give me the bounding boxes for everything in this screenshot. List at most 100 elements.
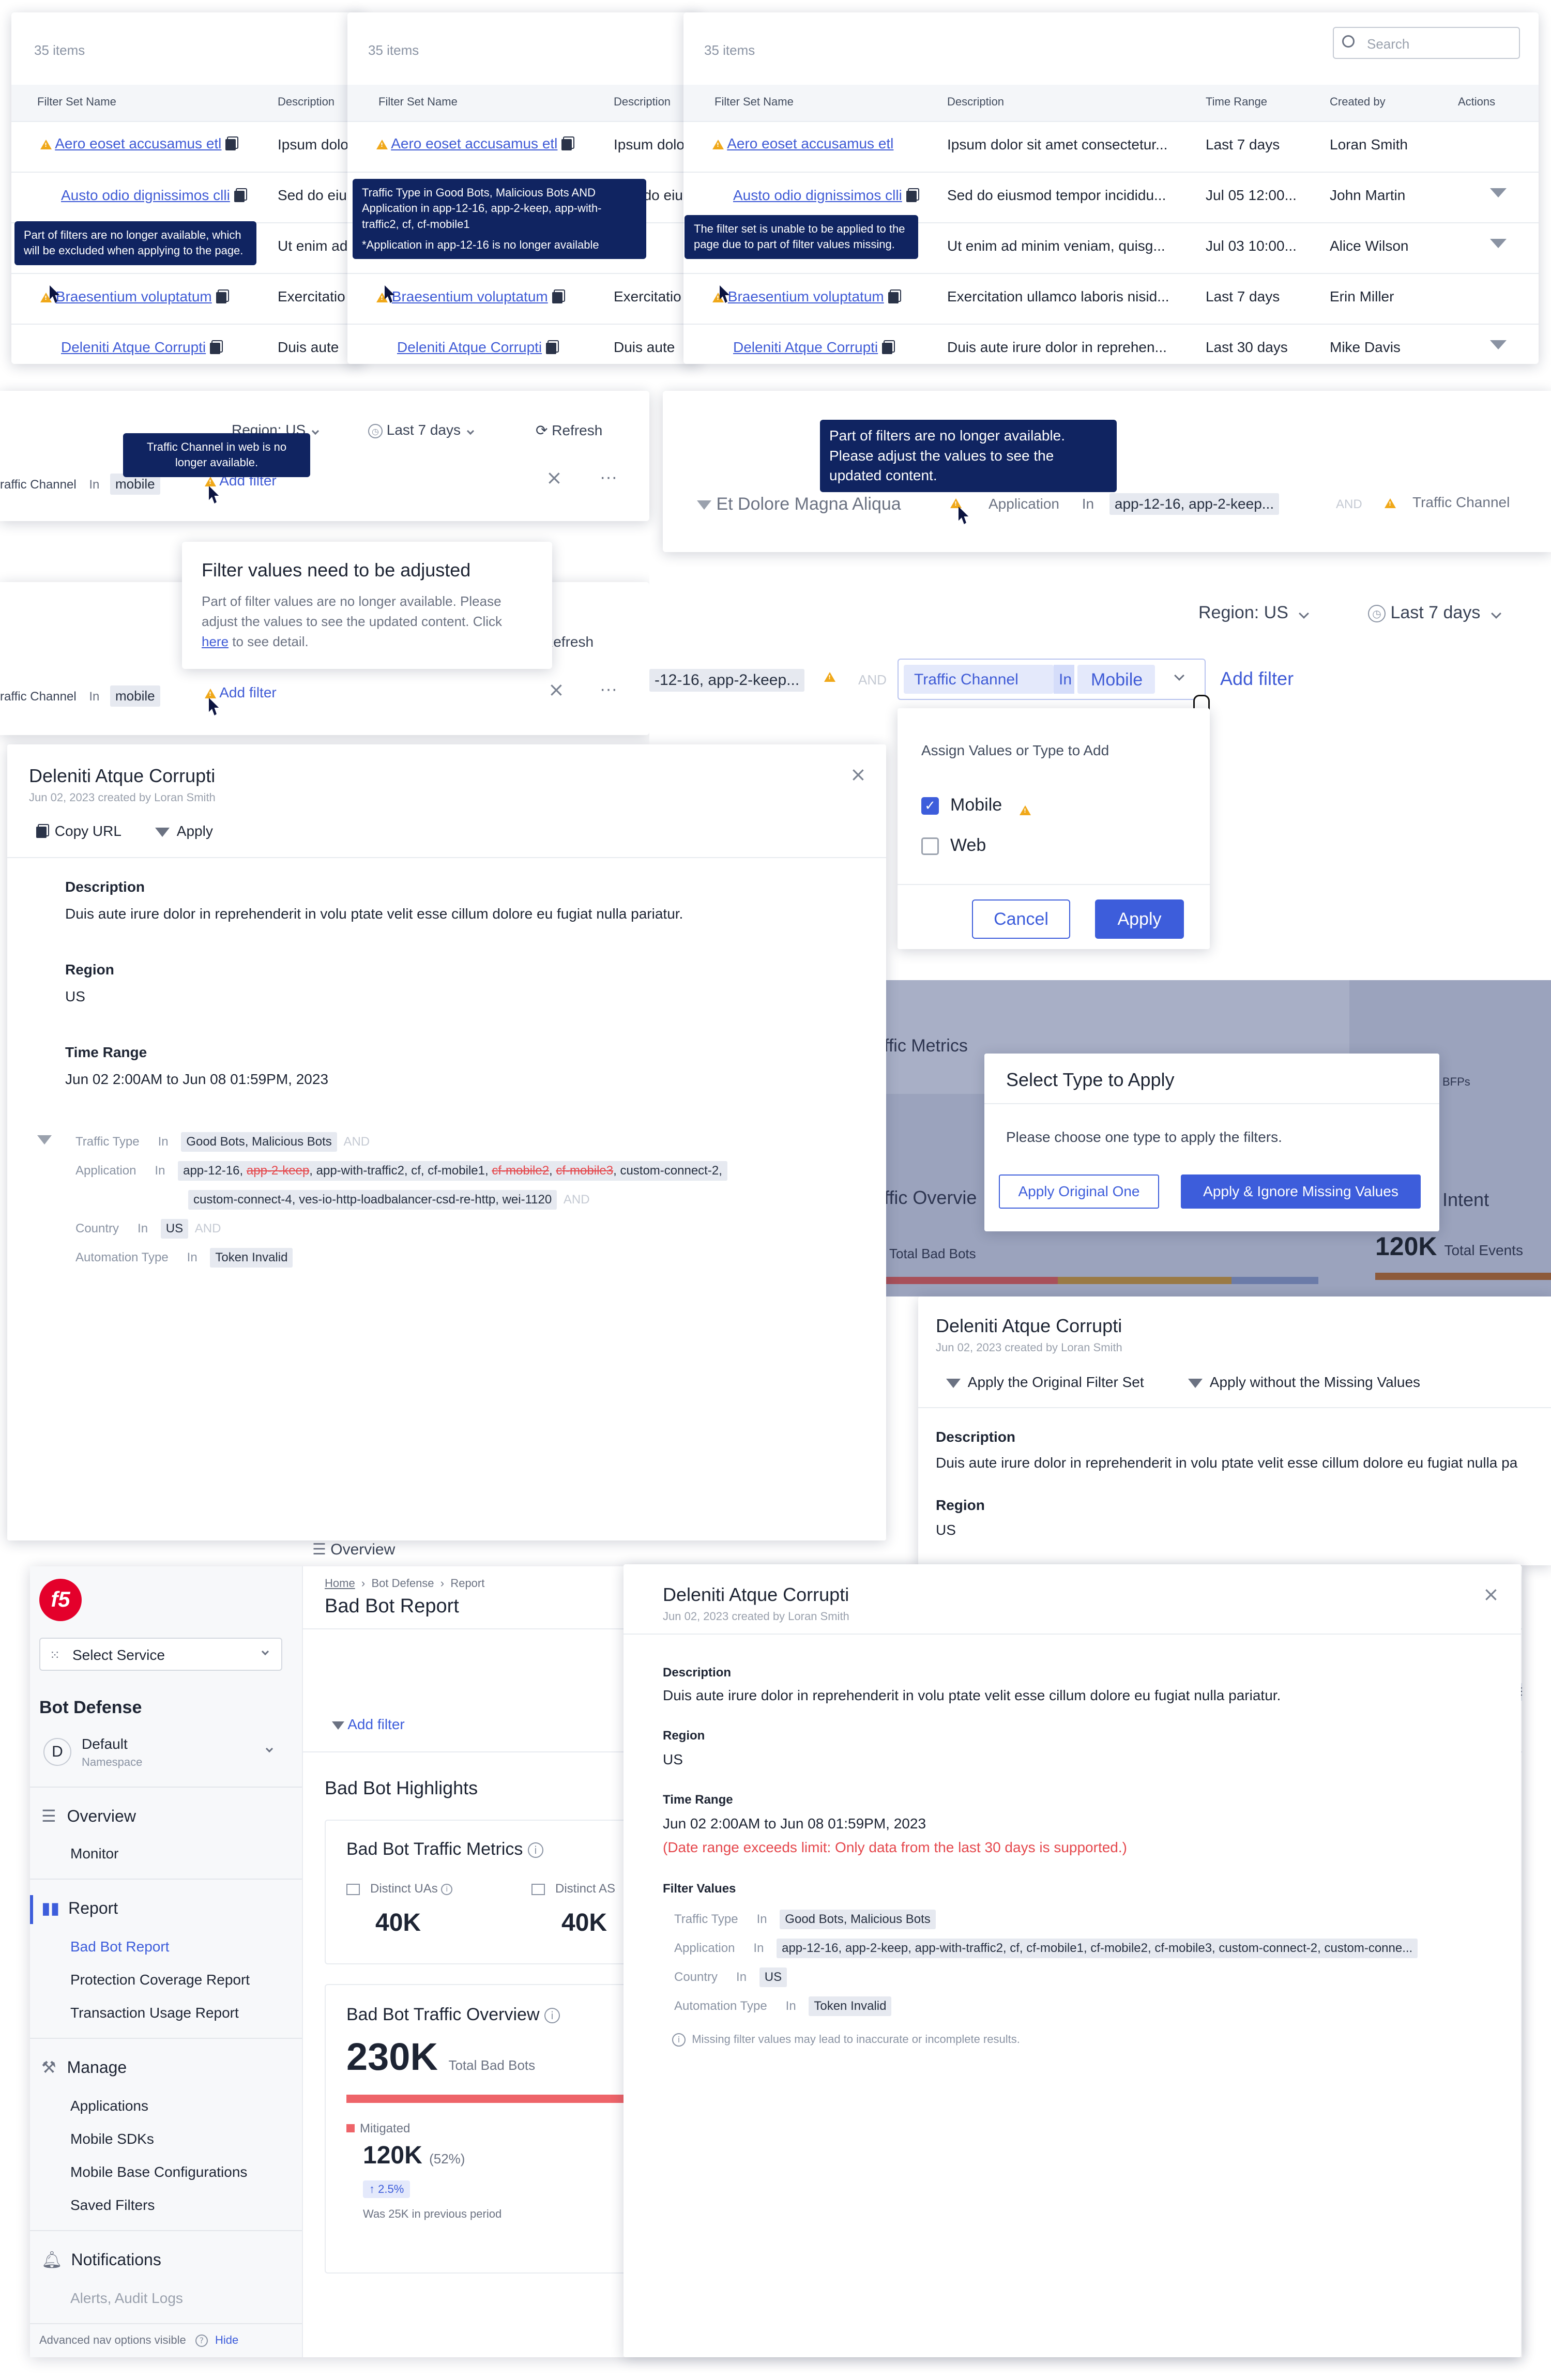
- grid-icon: ⁙: [50, 1648, 60, 1662]
- apply-ignore-button[interactable]: Apply & Ignore Missing Values: [1181, 1174, 1421, 1209]
- cancel-button[interactable]: Cancel: [972, 899, 1070, 939]
- filter-set-link[interactable]: Austo odio dignissimos clli: [61, 187, 230, 203]
- time-value: Jun 02 2:00AM to Jun 08 01:59PM, 2023: [663, 1815, 926, 1832]
- filter-set-link[interactable]: Deleniti Atque Corrupti: [733, 339, 878, 355]
- here-link[interactable]: here: [202, 634, 229, 649]
- copy-icon[interactable]: [209, 342, 220, 354]
- region-select[interactable]: Region: US: [1198, 603, 1310, 623]
- nav-transaction-usage[interactable]: Transaction Usage Report: [70, 2005, 239, 2021]
- close-icon[interactable]: ×: [850, 763, 866, 786]
- copy-icon: [36, 826, 47, 838]
- avatar: D: [43, 1738, 71, 1766]
- nav-report[interactable]: ▮▮ Report: [41, 1898, 118, 1918]
- popover-adjust: Filter values need to be adjusted Part o…: [182, 542, 552, 669]
- filter-chip[interactable]: raffic Channel In mobile: [0, 685, 160, 707]
- nav-monitor[interactable]: Monitor: [70, 1845, 118, 1862]
- select-service[interactable]: ⁙ Select Service: [39, 1638, 282, 1671]
- nav-overview[interactable]: ☰ Overview: [41, 1806, 136, 1826]
- time-cell: Jul 05 12:00...: [1206, 187, 1297, 203]
- clear-icon[interactable]: ×: [546, 466, 562, 489]
- time-range-select[interactable]: ◷ Last 7 days: [1368, 603, 1501, 623]
- copy-icon[interactable]: [888, 292, 899, 303]
- copy-icon[interactable]: [561, 139, 572, 150]
- time-cell: Last 7 days: [1206, 288, 1280, 304]
- apply-filter-icon[interactable]: [1490, 188, 1507, 197]
- refresh-button[interactable]: ⟳ Refresh: [536, 422, 602, 439]
- filter-set-link[interactable]: Braesentium voluptatum: [392, 288, 548, 304]
- apply-button[interactable]: Apply: [155, 823, 213, 840]
- add-filter-button[interactable]: Add filter: [1220, 668, 1294, 690]
- filter-set-link[interactable]: Austo odio dignissimos clli: [733, 187, 902, 203]
- nav-notifications[interactable]: 🔔︎ Notifications: [41, 2250, 161, 2269]
- apply-button[interactable]: Apply: [1095, 899, 1184, 939]
- desc-cell: Ipsum dolo: [278, 136, 348, 152]
- chevron-down-icon[interactable]: [1174, 670, 1184, 681]
- filter-set-link[interactable]: Aero eoset accusamus etl: [391, 135, 557, 151]
- apply-original-button[interactable]: Apply the Original Filter Set: [946, 1374, 1144, 1391]
- created-cell: Alice Wilson: [1330, 238, 1409, 254]
- active-filter-chip[interactable]: Traffic Channel In Mobile: [898, 659, 1206, 700]
- copy-icon[interactable]: [881, 342, 892, 354]
- filter-chip[interactable]: -12-16, app-2-keep...: [649, 669, 805, 692]
- filter-set-link[interactable]: Deleniti Atque Corrupti: [61, 339, 206, 355]
- bfps-label: BFPs: [1442, 1075, 1470, 1088]
- detail-meta: Jun 02, 2023 created by Loran Smith: [936, 1341, 1122, 1354]
- nav-mobile-base-config[interactable]: Mobile Base Configurations: [70, 2164, 247, 2180]
- chart-icon: ▮▮: [41, 1898, 60, 1918]
- time-range-select[interactable]: ◷ Last 7 days: [368, 422, 474, 438]
- close-icon[interactable]: ×: [1483, 1583, 1499, 1606]
- filter-chip[interactable]: Application In app-12-16, app-2-keep...: [989, 493, 1280, 515]
- add-filter-button[interactable]: Add filter: [332, 1716, 405, 1733]
- copy-icon[interactable]: [234, 190, 245, 202]
- more-icon[interactable]: ···: [600, 467, 617, 487]
- nav-manage[interactable]: ⚒ Manage: [41, 2057, 127, 2077]
- time-cell: Last 7 days: [1206, 136, 1280, 152]
- filter-icon: [1188, 1378, 1203, 1388]
- detail-panel-3: Deleniti Atque Corrupti Jun 02, 2023 cre…: [624, 1564, 1521, 2357]
- more-icon[interactable]: ···: [600, 679, 617, 699]
- filter-set-link[interactable]: Aero eoset accusamus etl: [55, 135, 221, 151]
- filter-chip-key[interactable]: Traffic Channel: [1412, 494, 1510, 511]
- breadcrumb: Home › Bot Defense › Report: [325, 1577, 485, 1590]
- filter-set-link[interactable]: Braesentium voluptatum: [56, 288, 212, 304]
- advanced-nav: Advanced nav options visible ? Hide: [39, 2333, 239, 2347]
- nav-bad-bot-report[interactable]: Bad Bot Report: [70, 1939, 169, 1955]
- apply-without-missing-button[interactable]: Apply without the Missing Values: [1188, 1374, 1420, 1391]
- filter-set-link[interactable]: Braesentium voluptatum: [728, 288, 884, 304]
- tab-overview[interactable]: ☰ Overview: [312, 1540, 395, 1559]
- copy-icon[interactable]: [552, 292, 562, 303]
- nav-protection-coverage[interactable]: Protection Coverage Report: [70, 1972, 250, 1988]
- copy-icon[interactable]: [225, 139, 236, 150]
- region-value: US: [663, 1751, 683, 1767]
- table-panel-1: 35 items Filter Set Name Description Aer…: [11, 12, 363, 364]
- apply-filter-icon[interactable]: [1490, 340, 1507, 349]
- mitigated-value: 120K (52%): [363, 2142, 465, 2169]
- copy-icon[interactable]: [906, 190, 917, 202]
- breadcrumb-home[interactable]: Home: [325, 1577, 355, 1590]
- apply-original-button[interactable]: Apply Original One: [999, 1174, 1159, 1209]
- warning-icon: [712, 140, 724, 150]
- filter-set-link[interactable]: Aero eoset accusamus etl: [727, 135, 893, 151]
- nav-mobile-sdks[interactable]: Mobile SDKs: [70, 2131, 154, 2147]
- filter-bar-1: Region: US ◷ Last 7 days ⟳ Refresh raffi…: [0, 391, 649, 521]
- search-icon: [1342, 35, 1355, 48]
- checkbox-unchecked[interactable]: [921, 837, 939, 855]
- search-input[interactable]: Search: [1333, 27, 1520, 59]
- checkbox-checked[interactable]: ✓: [921, 797, 939, 815]
- nav-applications[interactable]: Applications: [70, 2098, 148, 2114]
- region-label: Region: [663, 1729, 705, 1743]
- and-label: AND: [1336, 497, 1362, 511]
- apply-filter-icon[interactable]: [1490, 239, 1507, 248]
- copy-icon[interactable]: [545, 342, 556, 354]
- value-dropdown: Assign Values or Type to Add ✓ Mobile We…: [898, 708, 1210, 949]
- detail-meta: Jun 02, 2023 created by Loran Smith: [663, 1610, 849, 1623]
- nav-saved-filters[interactable]: Saved Filters: [70, 2197, 155, 2214]
- hide-button[interactable]: Hide: [215, 2333, 238, 2346]
- namespace-select[interactable]: D Default Namespace: [39, 1731, 282, 1777]
- desc-cell: Duis aute: [614, 339, 675, 355]
- copy-icon[interactable]: [216, 292, 226, 303]
- clear-icon[interactable]: ×: [548, 678, 565, 701]
- add-filter-button[interactable]: Add filter: [219, 684, 277, 700]
- copy-url-button[interactable]: Copy URL: [36, 823, 121, 840]
- filter-set-link[interactable]: Deleniti Atque Corrupti: [397, 339, 542, 355]
